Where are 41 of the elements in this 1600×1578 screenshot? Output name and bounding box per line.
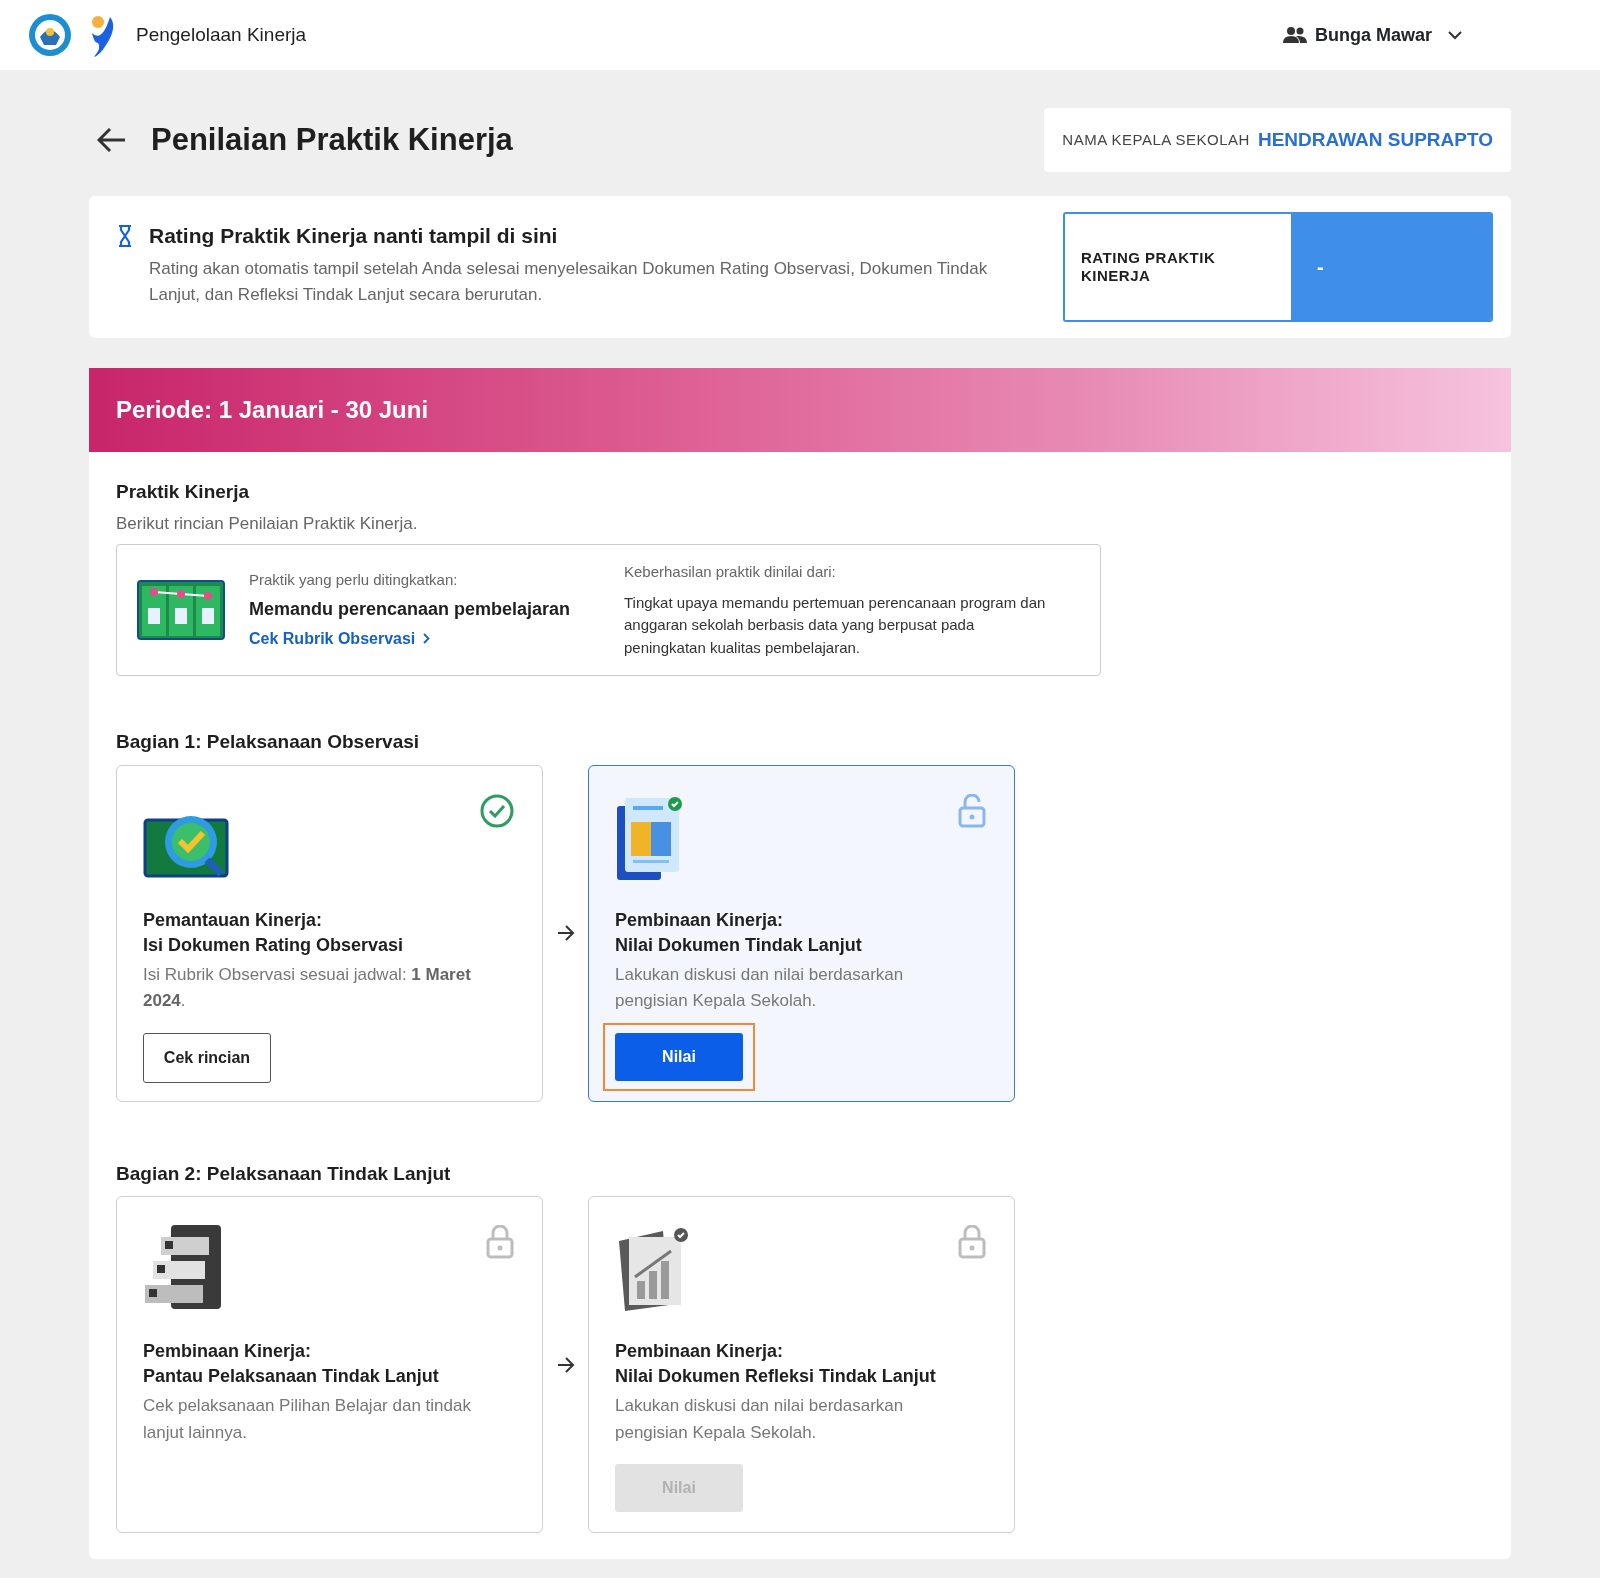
section-heading: Bagian 2: Pelaksanaan Tindak Lanjut bbox=[116, 1161, 452, 1186]
step-button[interactable]: Nilai bbox=[615, 1032, 743, 1081]
page-title: Penilaian Praktik Kinerja bbox=[151, 121, 513, 159]
chevron-right-icon bbox=[423, 633, 431, 645]
app-title: Pengelolaan Kinerja bbox=[136, 22, 307, 47]
step-subtitle: Isi Dokumen Rating Observasi bbox=[143, 933, 405, 957]
right-arrow-icon bbox=[556, 925, 575, 941]
chevron-down-icon bbox=[1448, 30, 1462, 40]
right-arrow-icon bbox=[556, 1356, 575, 1373]
rating-label: RATING PRAKTIK KINERJA bbox=[1081, 249, 1217, 285]
step-description: Cek pelaksanaan Pilihan Belajar dan tindak lanjut lainnya. bbox=[143, 1395, 472, 1444]
step-subtitle: Nilai Dokumen Tindak Lanjut bbox=[615, 933, 863, 957]
rating-value: - bbox=[1317, 255, 1324, 280]
emblem-logo-icon bbox=[28, 13, 72, 57]
principal-label: NAMA KEPALA SEKOLAH bbox=[1062, 129, 1250, 150]
improve-title: Memandu perencanaan pembelajaran bbox=[249, 597, 572, 621]
step-title: Pemantauan Kinerja: bbox=[143, 908, 324, 932]
criteria-text: Tingkat upaya memandu pertemuan perencanaan program dan anggaran sekolah berbasis data yang berpusat pada peningkatan kualitas pembelajaran. bbox=[624, 592, 1047, 658]
step-subtitle: Nilai Dokumen Refleksi Tindak Lanjut bbox=[615, 1365, 937, 1389]
section-heading: Bagian 1: Pelaksanaan Observasi bbox=[116, 730, 421, 754]
notice-title: Rating Praktik Kinerja nanti tampil di sini bbox=[149, 223, 559, 249]
criteria-label: Keberhasilan praktik dinilai dari: bbox=[624, 562, 837, 582]
users-icon bbox=[1282, 26, 1307, 44]
step-subtitle: Pantau Pelaksanaan Tindak Lanjut bbox=[143, 1365, 440, 1389]
step-title: Pembinaan Kinerja: bbox=[615, 908, 785, 932]
period-title: Periode: 1 Januari - 30 Juni bbox=[116, 395, 429, 425]
notice-description: Rating akan otomatis tampil setelah Anda selesai menyelesaikan Dokumen Rating Observasi, Dokumen Tindak Lanjut, dan Refleksi Tindak Lanjut secara berurutan. bbox=[149, 257, 989, 306]
principal-name: HENDRAWAN SUPRAPTO bbox=[1257, 127, 1493, 152]
step-description: Isi Rubrik Observasi sesuai jadwal: 1 Maret 2024. bbox=[143, 963, 472, 1013]
improve-label: Praktik yang perlu ditingkatkan: bbox=[249, 570, 459, 591]
section-heading: Praktik Kinerja bbox=[116, 480, 251, 504]
user-menu[interactable]: Bunga Mawar bbox=[1314, 21, 1462, 49]
step-title: Pembinaan Kinerja: bbox=[615, 1340, 785, 1363]
step-description: Lakukan diskusi dan nilai berdasarkan pengisian Kepala Sekolah. bbox=[615, 1395, 905, 1444]
back-arrow-icon[interactable] bbox=[97, 127, 127, 153]
rubric-link[interactable]: Cek Rubrik Observasi bbox=[249, 626, 431, 651]
step-button[interactable]: Cek rincian bbox=[143, 1032, 271, 1083]
section-subheading: Berikut rincian Penilaian Praktik Kinerja. bbox=[116, 512, 419, 535]
step-title: Pembinaan Kinerja: bbox=[143, 1340, 313, 1363]
hourglass-icon bbox=[117, 224, 133, 248]
step-description: Lakukan diskusi dan nilai berdasarkan pengisian Kepala Sekolah. bbox=[615, 963, 905, 1013]
